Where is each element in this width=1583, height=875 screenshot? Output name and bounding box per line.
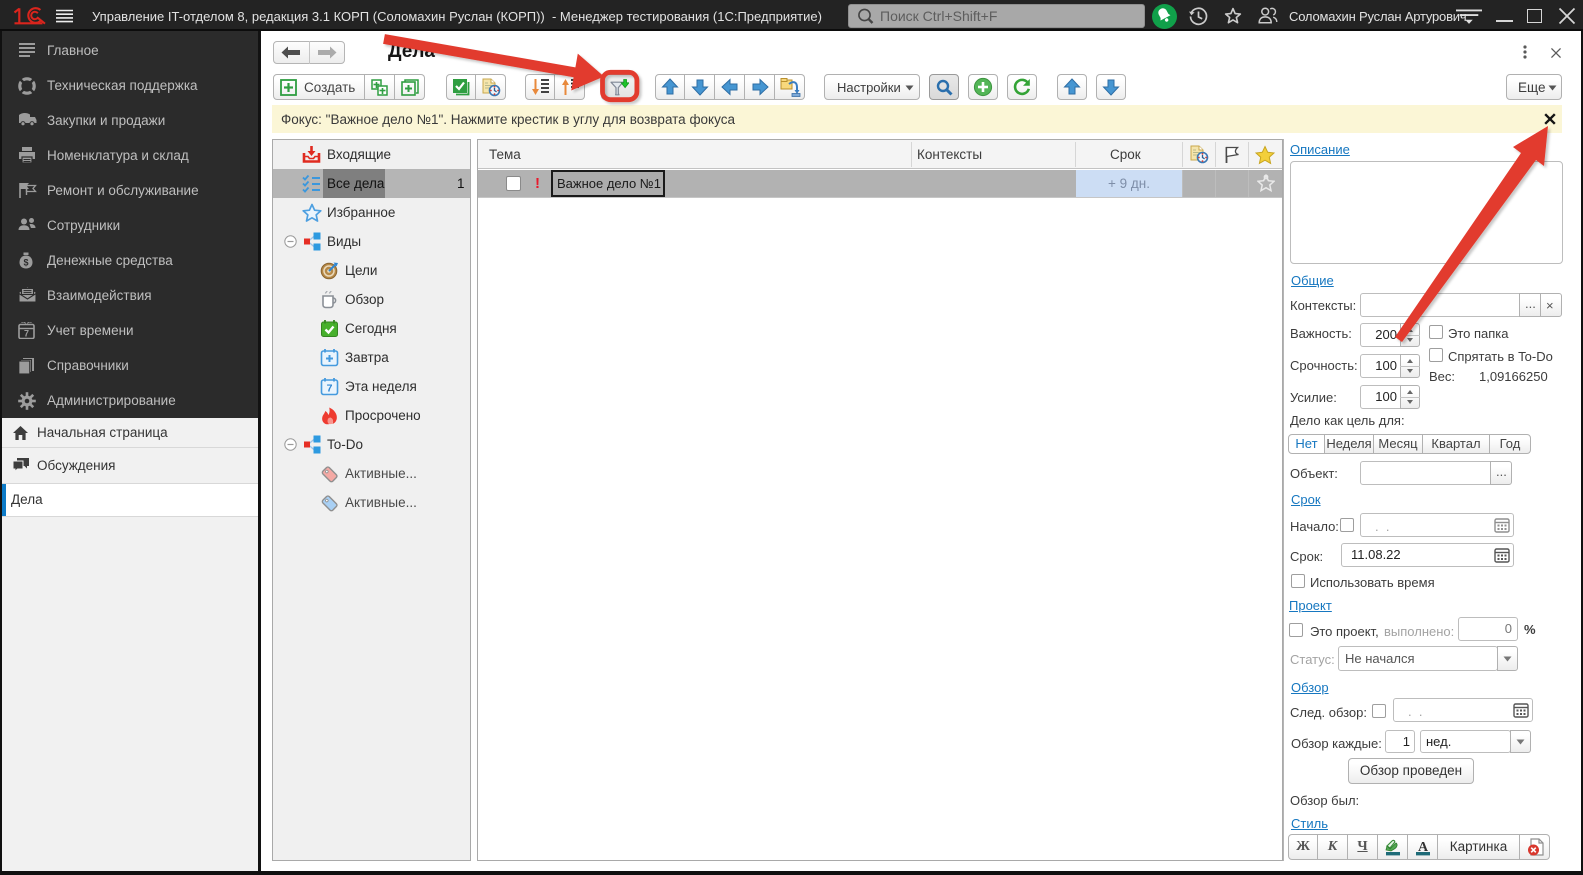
svg-text:$: $ — [23, 258, 28, 268]
svg-text:7: 7 — [24, 329, 29, 339]
svg-text:7: 7 — [327, 383, 333, 395]
